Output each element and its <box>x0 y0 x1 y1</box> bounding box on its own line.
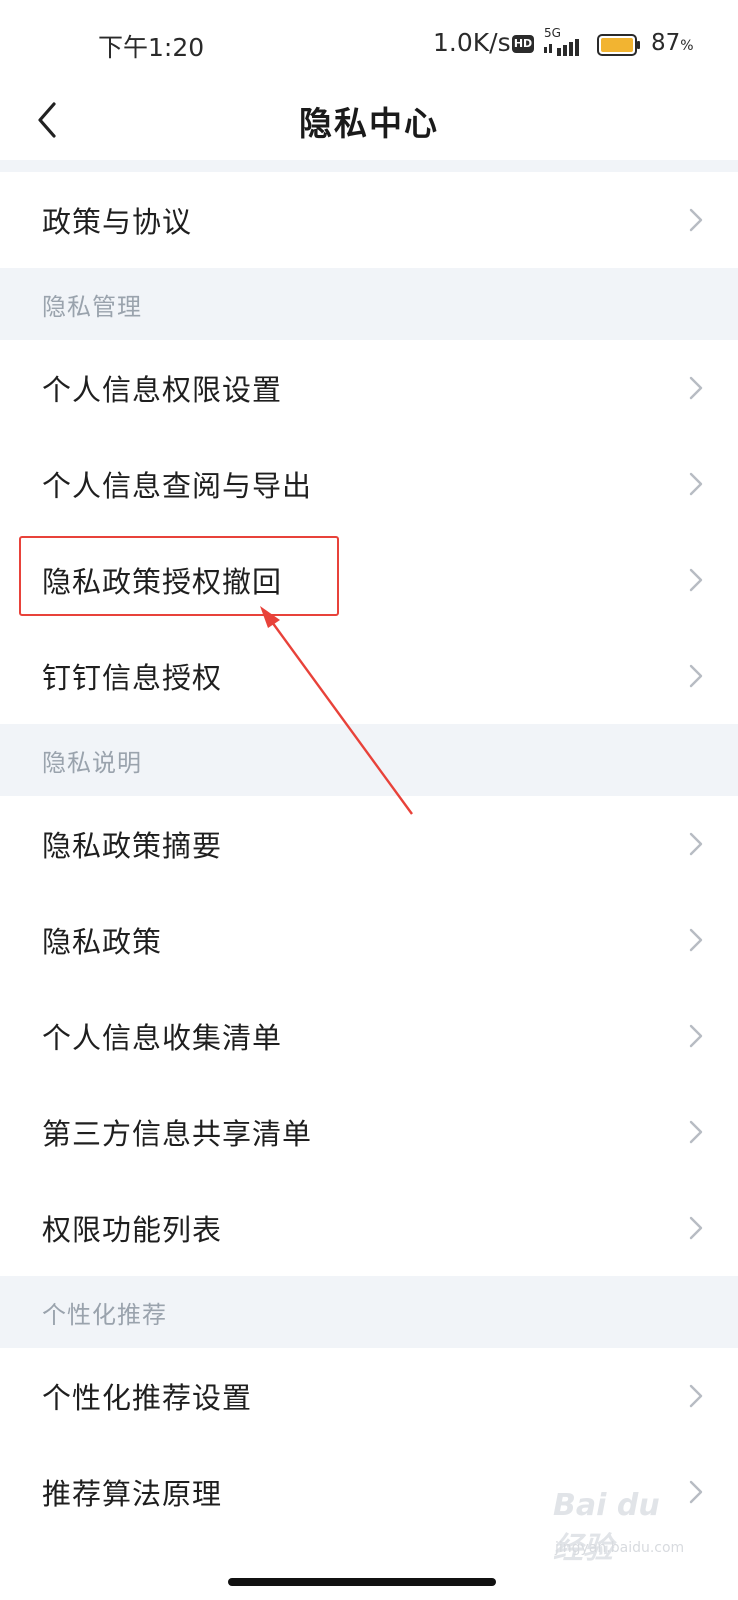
list-item-label: 个性化推荐设置 <box>42 1381 253 1415</box>
network-speed: 1.0K/s <box>433 28 511 57</box>
list-item-personal-info-collection[interactable]: 个人信息收集清单 <box>0 988 738 1084</box>
list-item-personalized-settings[interactable]: 个性化推荐设置 <box>0 1348 738 1444</box>
settings-list: 政策与协议 隐私管理 个人信息权限设置 个人信息查阅与导出 隐私政策授权撤回 钉… <box>0 172 738 1540</box>
annotation-arrow <box>260 606 413 815</box>
chevron-right-icon <box>689 1120 703 1144</box>
hd-icon: HD <box>512 35 534 53</box>
section-label: 个性化推荐 <box>42 1300 167 1329</box>
list-item-label: 推荐算法原理 <box>42 1477 223 1511</box>
status-time: 下午1:20 <box>98 33 205 62</box>
chevron-right-icon <box>689 208 703 232</box>
list-item-third-party-sharing[interactable]: 第三方信息共享清单 <box>0 1084 738 1180</box>
chevron-right-icon <box>689 1384 703 1408</box>
watermark-subtext: jingyan.baidu.com <box>555 1540 685 1556</box>
section-label: 隐私说明 <box>42 748 142 777</box>
list-item-personal-info-permissions[interactable]: 个人信息权限设置 <box>0 340 738 436</box>
section-header-privacy-management: 隐私管理 <box>0 268 738 340</box>
chevron-right-icon <box>689 1024 703 1048</box>
list-item-label: 政策与协议 <box>42 205 193 239</box>
section-header-personalized-recommendation: 个性化推荐 <box>0 1276 738 1348</box>
page-title: 隐私中心 <box>299 104 439 143</box>
list-item-label: 个人信息收集清单 <box>42 1021 283 1055</box>
chevron-right-icon <box>689 928 703 952</box>
section-label: 隐私管理 <box>42 292 142 321</box>
battery-icon <box>597 34 640 56</box>
list-item-label: 第三方信息共享清单 <box>42 1117 313 1151</box>
chevron-right-icon <box>689 472 703 496</box>
list-item-policy-agreements[interactable]: 政策与协议 <box>0 172 738 268</box>
list-item-label: 钉钉信息授权 <box>42 661 223 695</box>
list-item-label: 隐私政策摘要 <box>42 829 223 863</box>
chevron-right-icon <box>689 832 703 856</box>
baidu-watermark: Bai du 经验 jingyan.baidu.com <box>553 1488 693 1566</box>
list-item-label: 隐私政策 <box>42 925 163 959</box>
nav-bar: 隐私中心 <box>0 86 738 158</box>
list-item-privacy-policy[interactable]: 隐私政策 <box>0 892 738 988</box>
list-item-label: 个人信息权限设置 <box>42 373 283 407</box>
chevron-right-icon <box>689 376 703 400</box>
privacy-center-screen: 下午1:20 1.0K/s HD 5G 87% 隐私中心 政策与协议 隐私管理 … <box>0 0 738 1600</box>
chevron-right-icon <box>689 568 703 592</box>
list-item-label: 权限功能列表 <box>42 1213 223 1247</box>
status-bar: 下午1:20 1.0K/s HD 5G 87% <box>0 0 738 86</box>
signal-icon <box>544 39 579 56</box>
section-divider <box>0 160 738 172</box>
battery-percent: 87% <box>651 30 694 56</box>
chevron-right-icon <box>689 664 703 688</box>
list-item-permission-features[interactable]: 权限功能列表 <box>0 1180 738 1276</box>
home-indicator[interactable] <box>228 1578 496 1586</box>
list-item-personal-info-export[interactable]: 个人信息查阅与导出 <box>0 436 738 532</box>
chevron-right-icon <box>689 1216 703 1240</box>
list-item-label: 个人信息查阅与导出 <box>42 469 313 503</box>
